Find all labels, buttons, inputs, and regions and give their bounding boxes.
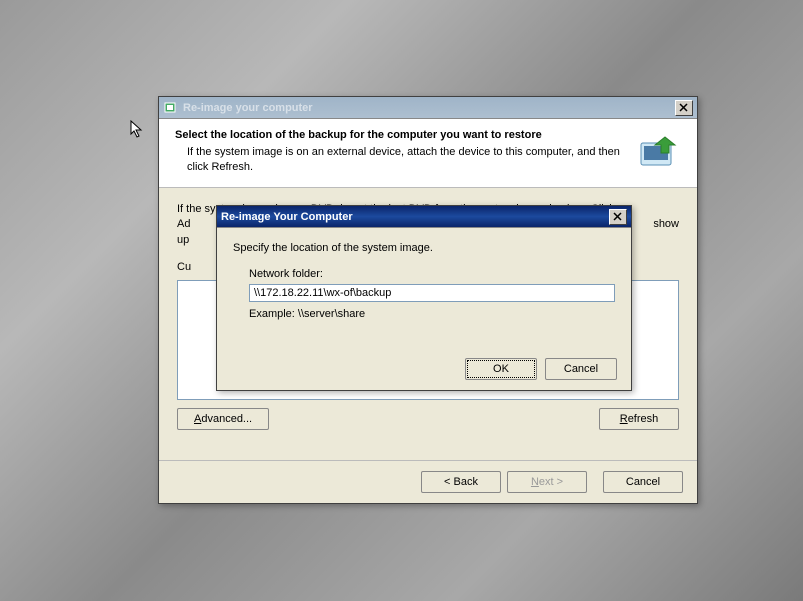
wizard-footer: < Back Next > Cancel bbox=[159, 460, 697, 503]
main-titlebar: Re-image your computer bbox=[159, 97, 697, 119]
modal-footer: OK Cancel bbox=[465, 358, 617, 380]
window-icon bbox=[163, 100, 179, 116]
back-button[interactable]: < Back bbox=[421, 471, 501, 493]
modal-instruction: Specify the location of the system image… bbox=[233, 242, 615, 254]
ok-button[interactable]: OK bbox=[465, 358, 537, 380]
main-title-text: Re-image your computer bbox=[183, 102, 675, 114]
next-button: Next > bbox=[507, 471, 587, 493]
wizard-header-title: Select the location of the backup for th… bbox=[175, 129, 625, 141]
main-close-button[interactable] bbox=[675, 100, 693, 116]
mouse-cursor bbox=[130, 120, 146, 143]
restore-icon bbox=[635, 129, 683, 177]
network-folder-input[interactable] bbox=[249, 284, 615, 302]
example-text: Example: \\server\share bbox=[249, 308, 615, 320]
network-location-dialog: Re-image Your Computer Specify the locat… bbox=[216, 205, 632, 391]
network-folder-label: Network folder: bbox=[249, 268, 615, 280]
modal-body: Specify the location of the system image… bbox=[217, 228, 631, 334]
modal-title-text: Re-image Your Computer bbox=[221, 211, 609, 223]
modal-cancel-button[interactable]: Cancel bbox=[545, 358, 617, 380]
refresh-button[interactable]: Refresh bbox=[599, 408, 679, 430]
main-cancel-button[interactable]: Cancel bbox=[603, 471, 683, 493]
wizard-header-sub: If the system image is on an external de… bbox=[175, 145, 625, 175]
body-text-line2a: Ad bbox=[177, 217, 190, 232]
modal-close-button[interactable] bbox=[609, 209, 627, 225]
modal-titlebar: Re-image Your Computer bbox=[217, 206, 631, 228]
advanced-button[interactable]: Advanced... bbox=[177, 408, 269, 430]
body-text-line2b: show bbox=[653, 217, 679, 232]
wizard-header: Select the location of the backup for th… bbox=[159, 119, 697, 188]
